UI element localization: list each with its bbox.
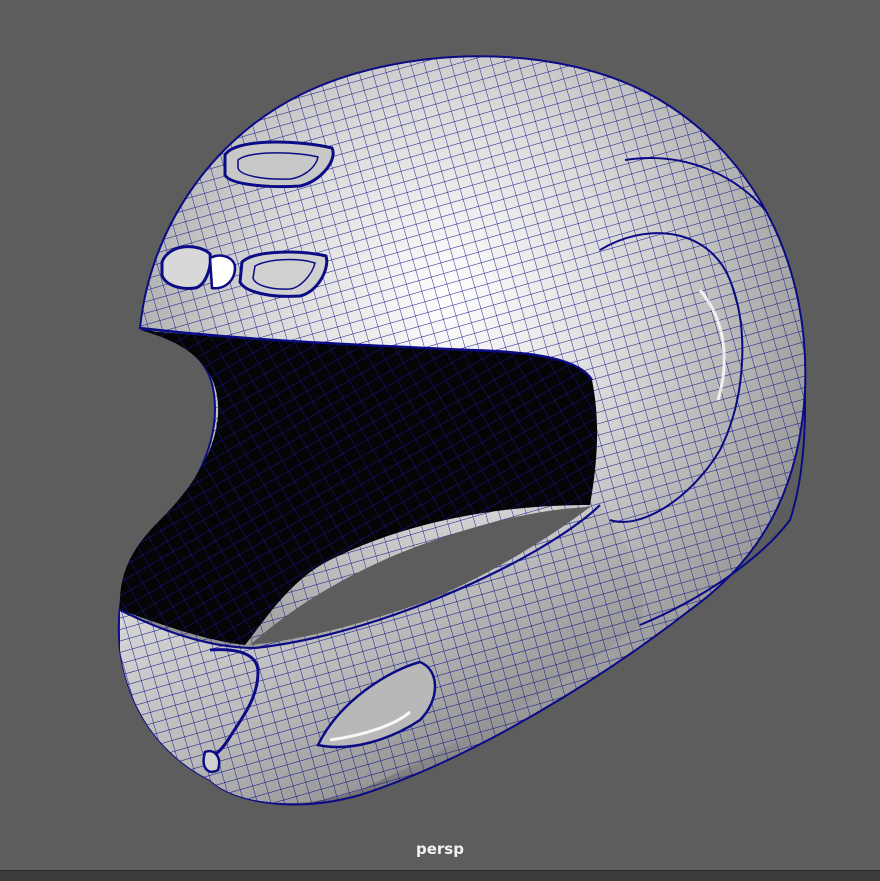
viewport-bottom-bar [0, 870, 880, 881]
top-vent [223, 140, 335, 189]
viewport-canvas[interactable] [0, 0, 880, 870]
camera-name-label: persp [416, 840, 464, 858]
persp-viewport[interactable]: persp [0, 0, 880, 870]
helmet-mesh[interactable] [117, 55, 807, 806]
